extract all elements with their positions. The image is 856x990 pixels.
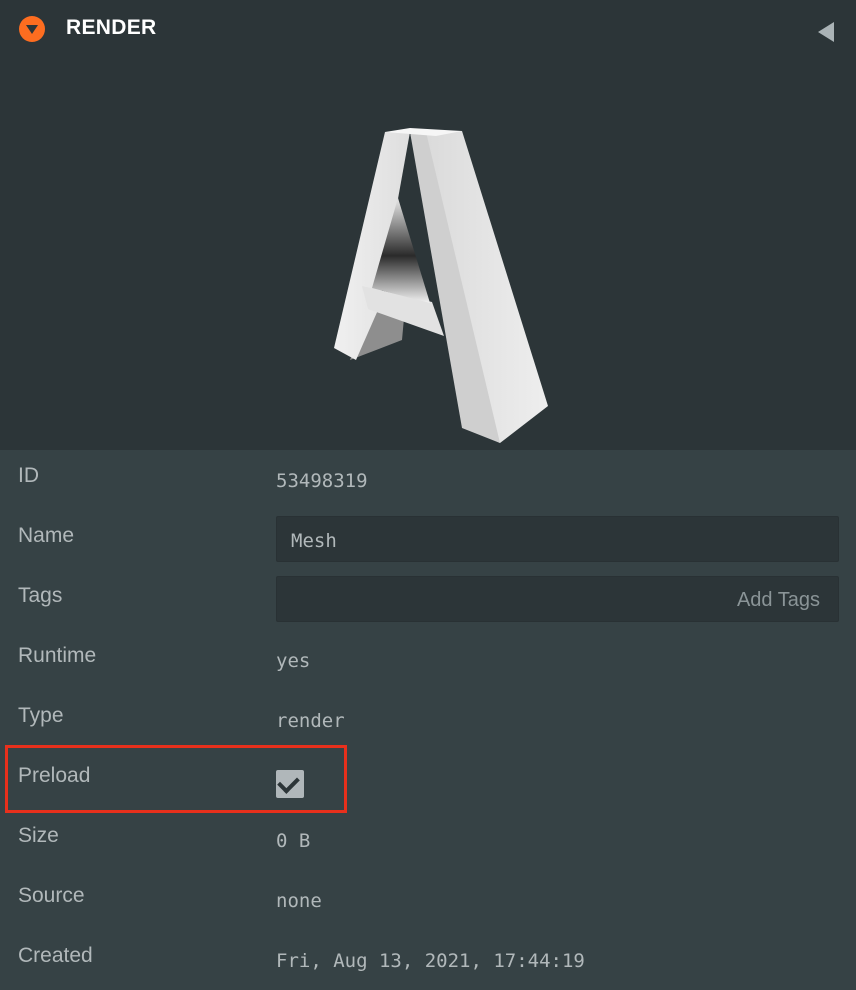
field-row-name: Name Mesh — [0, 510, 856, 570]
type-value: render — [276, 710, 345, 732]
render-preview — [0, 58, 856, 450]
source-label: Source — [18, 884, 85, 907]
created-label: Created — [18, 944, 93, 967]
panel-title: RENDER — [66, 16, 157, 39]
field-row-size: Size 0 B — [0, 810, 856, 870]
runtime-label: Runtime — [18, 644, 97, 667]
size-value: 0 B — [276, 830, 311, 852]
id-label: ID — [18, 464, 39, 487]
preload-highlight-box — [5, 745, 347, 813]
field-row-tags: Tags Add Tags — [0, 570, 856, 630]
field-row-source: Source none — [0, 870, 856, 930]
created-value: Fri, Aug 13, 2021, 17:44:19 — [276, 950, 585, 972]
field-row-runtime: Runtime yes — [0, 630, 856, 690]
source-value: none — [276, 890, 322, 912]
type-label: Type — [18, 704, 64, 727]
field-row-type: Type render — [0, 690, 856, 750]
collapse-toggle-icon[interactable] — [19, 16, 45, 42]
panel-header: RENDER — [0, 0, 856, 58]
runtime-value: yes — [276, 650, 311, 672]
tags-placeholder: Add Tags — [736, 589, 820, 611]
size-label: Size — [18, 824, 59, 847]
field-row-created: Created Fri, Aug 13, 2021, 17:44:19 — [0, 930, 856, 990]
name-label: Name — [18, 524, 75, 547]
letter-a-render-icon — [334, 128, 548, 443]
field-row-id: ID 53498319 — [0, 450, 856, 510]
name-input[interactable]: Mesh — [276, 516, 839, 562]
triangle-left-icon[interactable] — [818, 22, 834, 42]
tags-label: Tags — [18, 584, 63, 607]
tags-input[interactable]: Add Tags — [276, 576, 839, 622]
name-input-value: Mesh — [291, 530, 337, 552]
id-value: 53498319 — [276, 470, 368, 492]
